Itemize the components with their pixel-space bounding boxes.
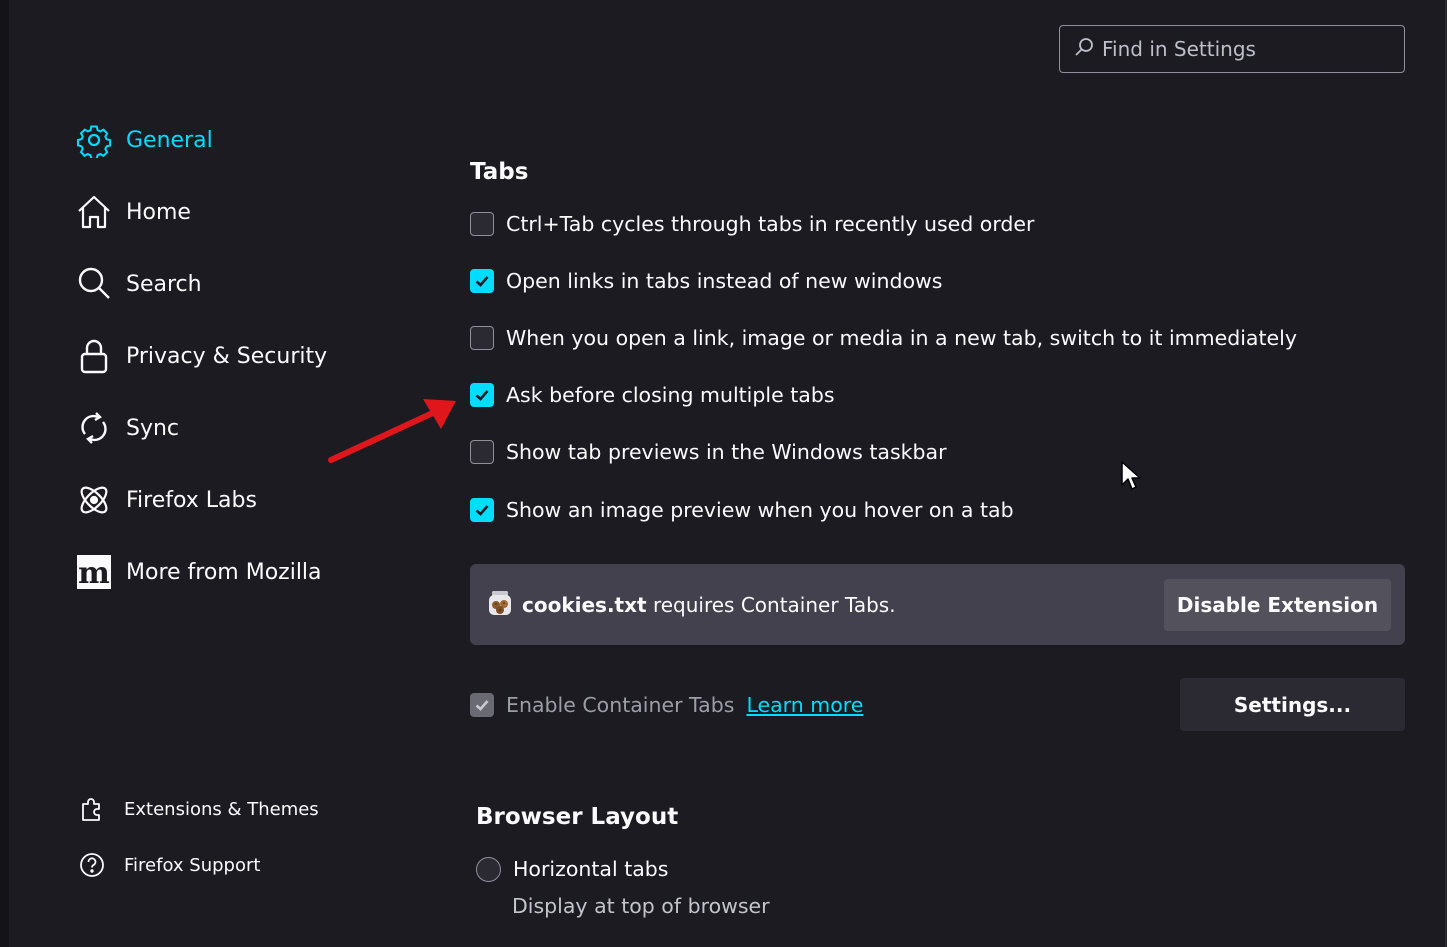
container-settings-button[interactable]: Settings... [1180, 678, 1405, 731]
learn-more-link[interactable]: Learn more [746, 693, 863, 717]
sidebar-footer-extensions-themes[interactable]: Extensions & Themes [78, 791, 319, 827]
checkbox[interactable] [470, 440, 494, 464]
checkbox[interactable] [470, 693, 494, 717]
lock-icon [76, 338, 112, 374]
sidebar-item-sync[interactable]: Sync [76, 406, 179, 450]
option-label: Ctrl+Tab cycles through tabs in recently… [506, 212, 1035, 236]
option-label: Show tab previews in the Windows taskbar [506, 440, 947, 464]
sidebar-item-label: Sync [126, 415, 180, 441]
sidebar-item-label: Home [126, 199, 191, 225]
atom-icon [76, 482, 112, 518]
disable-extension-button[interactable]: Disable Extension [1164, 579, 1391, 631]
cookie-jar-icon [486, 589, 522, 621]
sidebar-item-label: Privacy & Security [126, 343, 328, 369]
option-horizontal-tabs[interactable]: Horizontal tabs [476, 854, 668, 884]
sidebar-item-label: Search [126, 271, 202, 297]
sync-icon [76, 410, 112, 446]
search-input[interactable] [1102, 37, 1382, 61]
annotation-arrow [328, 399, 456, 463]
sidebar-item-home[interactable]: Home [76, 190, 191, 234]
tabs-section-title: Tabs [470, 159, 529, 185]
extension-name: cookies.txt [522, 592, 647, 617]
checkbox[interactable] [470, 212, 494, 236]
sidebar-item-general[interactable]: General [76, 118, 213, 162]
sidebar-item-privacy-security[interactable]: Privacy & Security [76, 334, 327, 378]
sidebar-item-more-from-mozilla[interactable]: m More from Mozilla [76, 550, 322, 594]
option-taskbar-previews[interactable]: Show tab previews in the Windows taskbar [470, 437, 947, 467]
notice-text: cookies.txt requires Container Tabs. [522, 593, 896, 617]
magnifier-icon [76, 266, 112, 302]
checkbox[interactable] [470, 326, 494, 350]
mozilla-m-icon: m [76, 554, 112, 590]
window-left-edge [0, 0, 9, 947]
option-label: Enable Container Tabs [506, 693, 735, 717]
checkbox[interactable] [470, 498, 494, 522]
option-switch-to-new-tab[interactable]: When you open a link, image or media in … [470, 323, 1297, 353]
search-icon [1074, 37, 1094, 61]
sidebar-item-label: General [126, 127, 213, 153]
find-in-settings-box[interactable] [1059, 25, 1405, 73]
option-label: Horizontal tabs [513, 857, 669, 881]
notice-message: requires Container Tabs. [646, 592, 896, 617]
svg-text:m: m [78, 556, 110, 590]
help-icon [78, 851, 106, 879]
radio-button[interactable] [476, 856, 501, 882]
option-label: When you open a link, image or media in … [506, 326, 1297, 350]
home-icon [76, 194, 112, 230]
sidebar-item-label: More from Mozilla [126, 559, 322, 585]
footer-item-label: Extensions & Themes [124, 798, 319, 820]
gear-icon [76, 122, 112, 158]
sidebar-footer-firefox-support[interactable]: Firefox Support [78, 847, 260, 883]
sidebar-item-label: Firefox Labs [126, 487, 257, 513]
option-label: Ask before closing multiple tabs [506, 383, 835, 407]
option-ctrl-tab-cycle[interactable]: Ctrl+Tab cycles through tabs in recently… [470, 209, 1034, 239]
option-description: Display at top of browser [512, 894, 770, 918]
option-enable-container-tabs[interactable]: Enable Container Tabs Learn more [470, 690, 863, 720]
option-open-links-in-tabs[interactable]: Open links in tabs instead of new window… [470, 266, 942, 296]
option-ask-before-closing[interactable]: Ask before closing multiple tabs [470, 380, 835, 410]
sidebar-item-search[interactable]: Search [76, 262, 202, 306]
option-hover-image-preview[interactable]: Show an image preview when you hover on … [470, 495, 1014, 525]
footer-item-label: Firefox Support [124, 854, 261, 876]
checkbox[interactable] [470, 383, 494, 407]
option-label: Show an image preview when you hover on … [506, 498, 1014, 522]
browser-layout-title: Browser Layout [476, 804, 679, 830]
option-label: Open links in tabs instead of new window… [506, 269, 943, 293]
sidebar-item-firefox-labs[interactable]: Firefox Labs [76, 478, 257, 522]
checkbox[interactable] [470, 269, 494, 293]
mouse-cursor-icon [1121, 461, 1141, 490]
puzzle-icon [78, 795, 106, 823]
